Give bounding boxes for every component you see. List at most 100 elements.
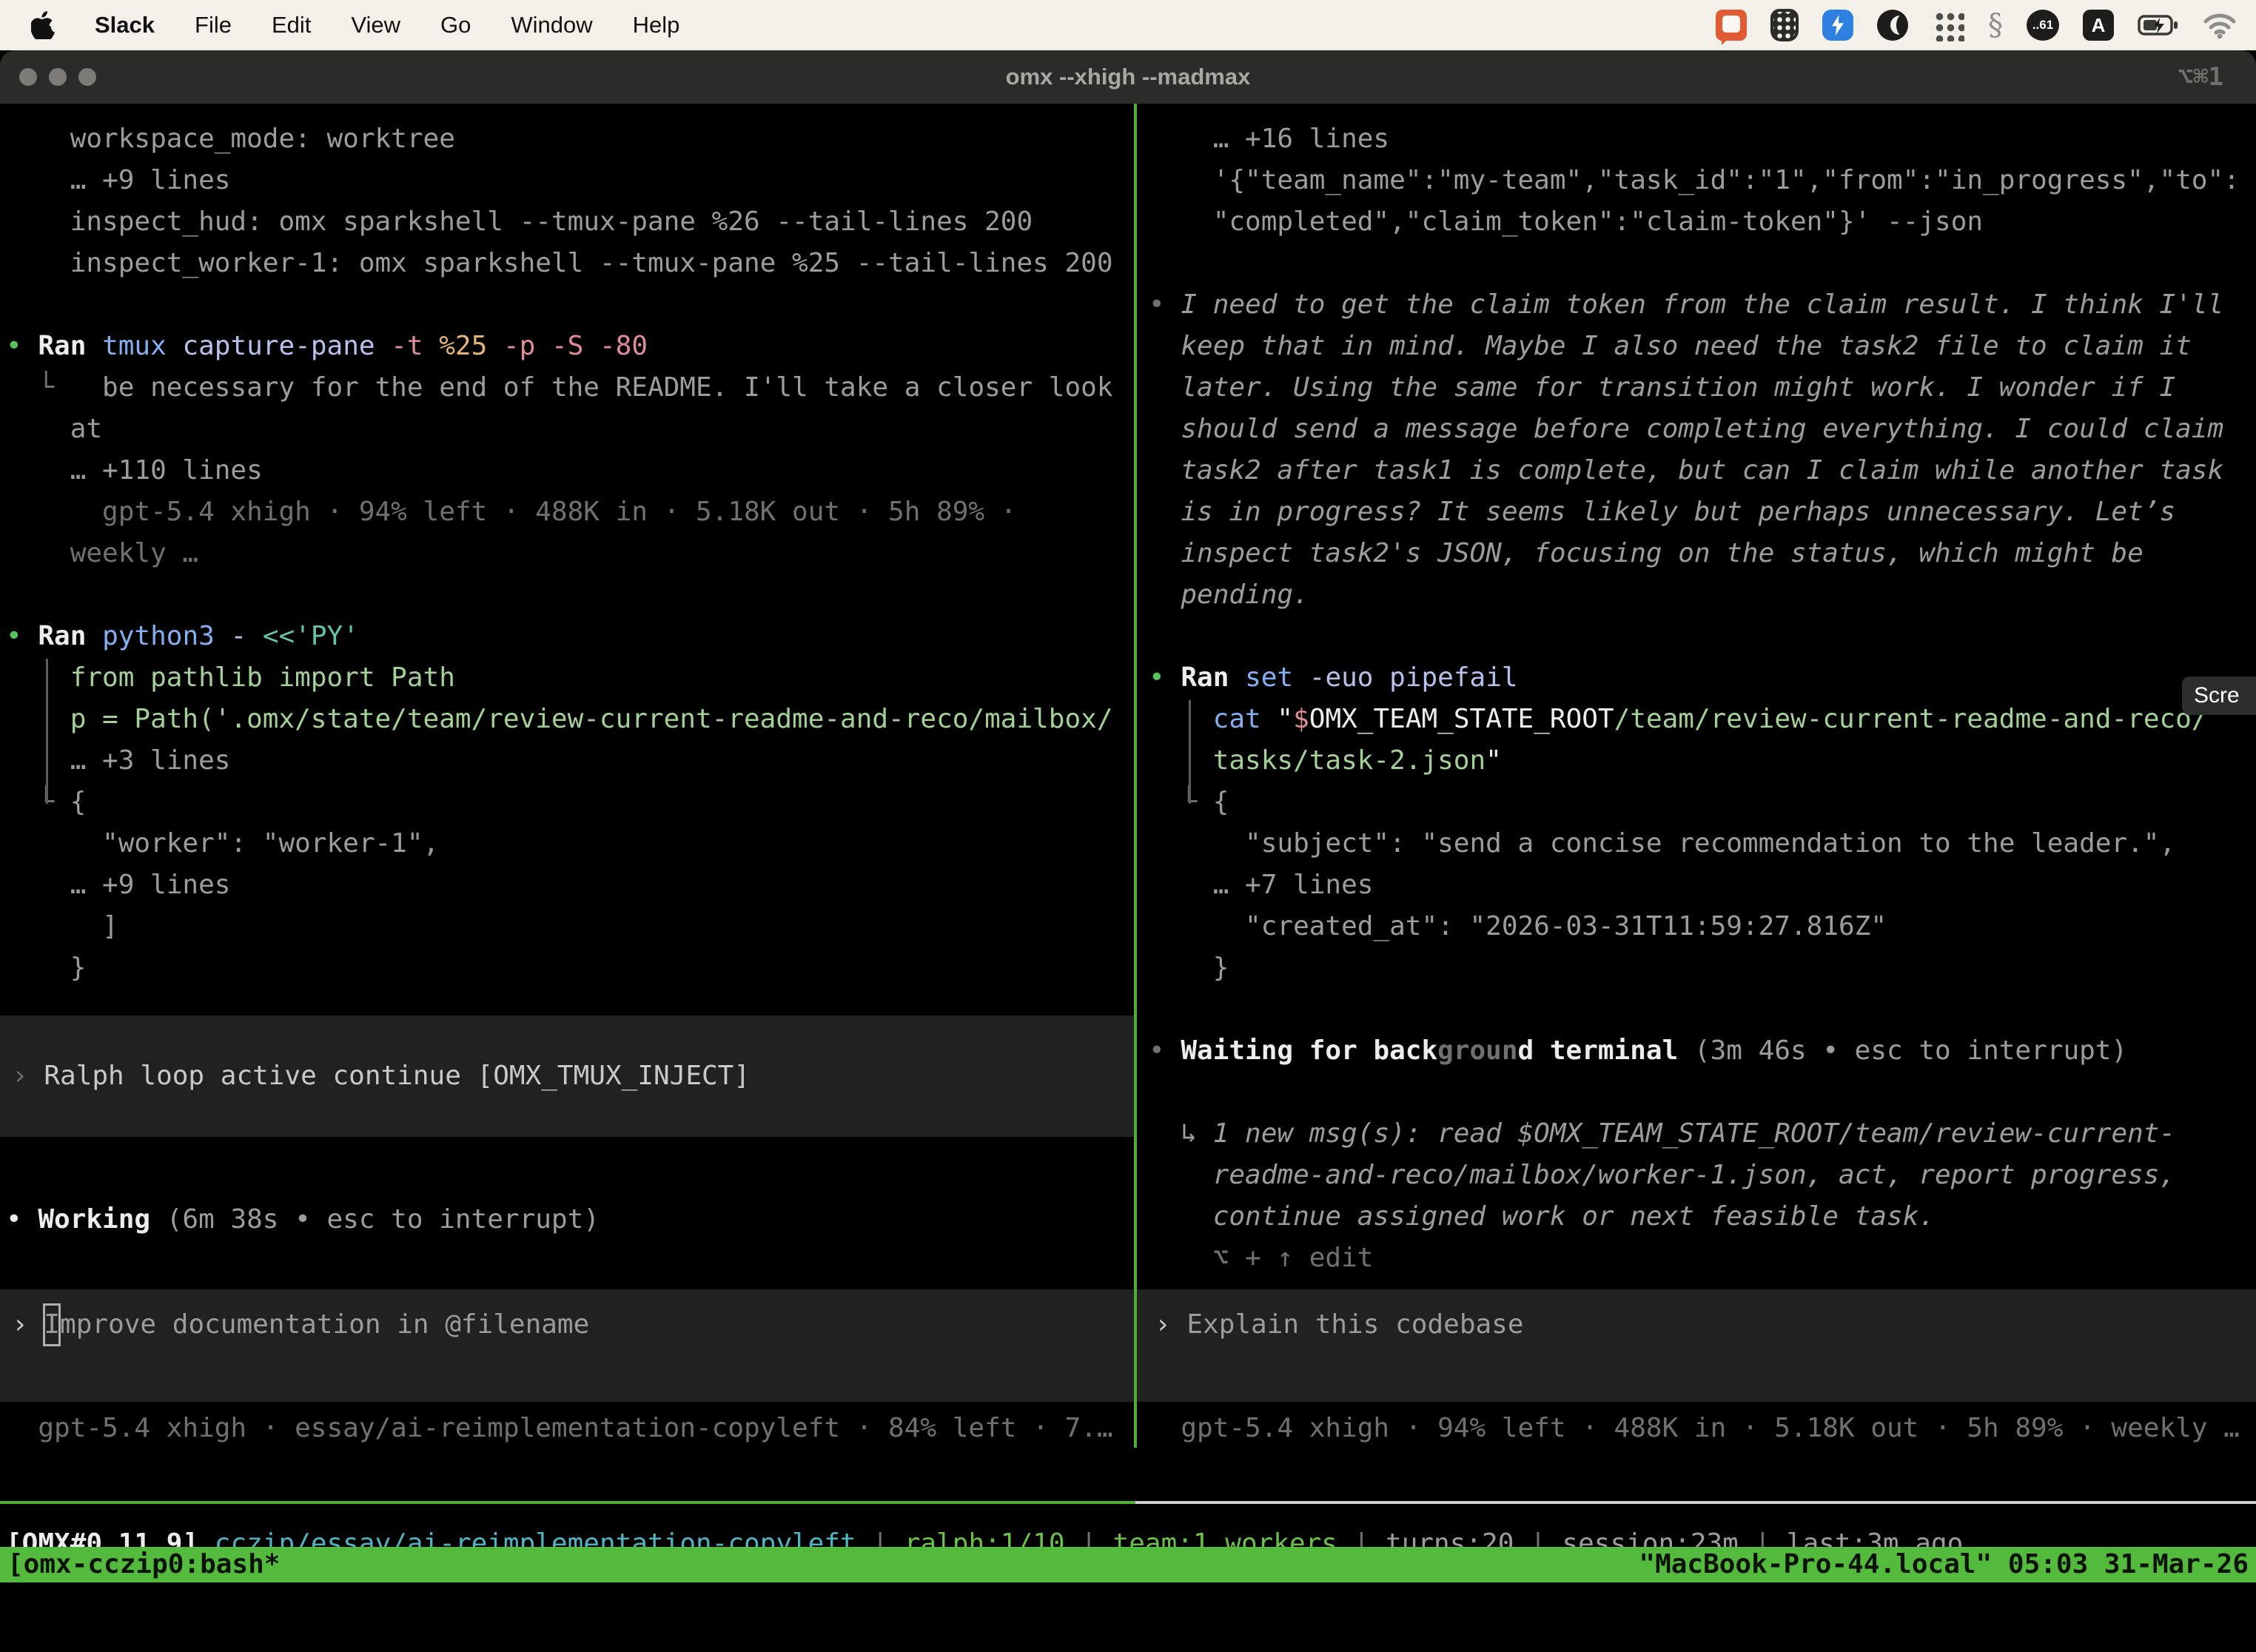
tmux-panes: workspace_mode: worktree … +9 lines insp… xyxy=(0,104,2256,1448)
text-segment: p = Path('.omx/state/team/review-current… xyxy=(6,704,1113,734)
menu-bar: Slack File Edit View Go Window Help § ..61 A xyxy=(0,0,2256,50)
text-segment: "completed","claim_token":"claim-token"}… xyxy=(1149,206,1983,237)
keypad-shield-icon[interactable] xyxy=(1770,9,1799,41)
model-status-line: gpt-5.4 xhigh · essay/ai-reimplementatio… xyxy=(6,1408,1134,1448)
text-segment: later. Using the same for transition mig… xyxy=(1149,372,2175,403)
text-segment: mprove documentation in @filename xyxy=(60,1304,589,1346)
crescent-circle-icon[interactable] xyxy=(1877,10,1908,41)
window-title-bar[interactable]: omx --xhigh --madmax ⌥⌘1 xyxy=(0,50,2256,104)
text-segment: keep that in mind. Maybe I also need the… xyxy=(1149,331,2192,361)
zap-diamond-icon[interactable] xyxy=(1822,10,1853,41)
tool-output-connector xyxy=(46,659,48,804)
text-segment: python3 xyxy=(102,621,215,651)
terminal-line: tasks/task-2.json" xyxy=(1149,740,2256,782)
text-segment: Ran xyxy=(1181,662,1229,693)
badge-61-icon[interactable]: ..61 xyxy=(2027,10,2059,41)
working-status: • Working (6m 38s • esc to interrupt) xyxy=(6,1199,1134,1240)
ran-tmux-command: • Ran tmux capture-pane -t %25 -p -S -80 xyxy=(6,326,1134,367)
menu-item-window[interactable]: Window xyxy=(511,12,592,38)
text-segment: • xyxy=(1149,662,1181,693)
terminal-line: } xyxy=(6,947,1134,989)
menu-item-help[interactable]: Help xyxy=(633,12,680,38)
menu-item-go[interactable]: Go xyxy=(440,12,471,38)
text-segment: is in progress? It seems likely but perh… xyxy=(1149,497,2175,527)
text-segment: { xyxy=(1213,787,1229,817)
menu-item-file[interactable]: File xyxy=(195,12,232,38)
terminal-line xyxy=(6,284,1134,326)
text-segment: } xyxy=(6,953,86,983)
text-segment: tmux xyxy=(102,331,167,361)
text-segment: inspect task2's JSON, focusing on the st… xyxy=(1149,538,2143,568)
right-terminal-pane[interactable]: … +16 lines '{"team_name":"my-team","tas… xyxy=(1137,104,2256,1448)
window-shortcut-badge: ⌥⌘1 xyxy=(2178,62,2223,92)
terminal-line: keep that in mind. Maybe I also need the… xyxy=(1149,326,2256,367)
text-segment: inspect_hud: omx sparkshell --tmux-pane … xyxy=(6,206,1033,237)
terminal-line: └ { xyxy=(1149,782,2256,823)
text-segment: └ xyxy=(6,372,54,403)
left-terminal-pane[interactable]: workspace_mode: worktree … +9 lines insp… xyxy=(0,104,1134,1448)
text-segment: • xyxy=(1149,1035,1181,1066)
text-segment: ⌥ + ↑ edit xyxy=(1149,1243,1373,1273)
text-segment: 1 new msg(s): read $OMX_TEAM_STATE_ROOT/… xyxy=(1213,1118,2175,1149)
menu-item-view[interactable]: View xyxy=(351,12,400,38)
text-segment: … +7 lines xyxy=(1149,870,1373,900)
battery-icon[interactable] xyxy=(2138,10,2179,40)
squiggle-icon[interactable]: § xyxy=(1988,8,2003,42)
text-segment: "subject": "send a concise recommendatio… xyxy=(1149,828,2175,859)
text-segment xyxy=(1229,662,1245,693)
ran-set-command: • Ran set -euo pipefail xyxy=(1149,657,2256,699)
menu-item-edit[interactable]: Edit xyxy=(272,12,311,38)
tmux-session-label[interactable]: [omx-cczip0:bash* xyxy=(7,1547,280,1582)
terminal-line: "created_at": "2026-03-31T11:59:27.816Z" xyxy=(1149,906,2256,947)
terminal-line: continue assigned work or next feasible … xyxy=(1149,1196,2256,1238)
terminal-line xyxy=(1149,616,2256,657)
terminal-line: cat "$OMX_TEAM_STATE_ROOT/team/review-cu… xyxy=(1149,699,2256,740)
text-segment: gpt-5.4 xhigh · essay/ai-reimplementatio… xyxy=(6,1413,1113,1443)
text-segment: › xyxy=(12,1304,44,1346)
text-segment: at xyxy=(6,414,102,444)
text-segment: … +9 lines xyxy=(6,165,230,195)
text-segment: • xyxy=(6,1204,38,1235)
spacer xyxy=(6,1240,1134,1289)
menu-left: Slack File Edit View Go Window Help xyxy=(0,11,679,39)
text-segment: … +16 lines xyxy=(1149,124,1389,154)
text-segment: "created_at": "2026-03-31T11:59:27.816Z" xyxy=(1149,911,1887,941)
screen: Slack File Edit View Go Window Help § ..61 A om… xyxy=(0,0,2256,1652)
terminal-line: is in progress? It seems likely but perh… xyxy=(1149,491,2256,533)
window-title: omx --xhigh --madmax xyxy=(0,64,2256,90)
terminal-line: … +7 lines xyxy=(1149,864,2256,906)
terminal-line: … +9 lines xyxy=(6,160,1134,201)
terminal-line xyxy=(1149,989,2256,1030)
dot-grid-icon[interactable] xyxy=(1932,9,1964,41)
text-segment: └ xyxy=(6,787,70,817)
letter-a-icon[interactable]: A xyxy=(2083,10,2114,41)
text-segment: (3m 46s • esc to interrupt) xyxy=(1678,1035,2127,1066)
text-segment: -p -S -80 xyxy=(487,331,648,361)
prompt-input[interactable]: › Explain this codebase xyxy=(1137,1289,2256,1402)
terminal-line: '{"team_name":"my-team","task_id":"1","f… xyxy=(1149,160,2256,201)
text-segment: should send a message before completing … xyxy=(1149,414,2223,444)
text-segment: d terminal xyxy=(1518,1035,1679,1066)
terminal-window: omx --xhigh --madmax ⌥⌘1 workspace_mode:… xyxy=(0,50,2256,1652)
text-segment: (6m 38s • esc to interrupt) xyxy=(150,1204,600,1235)
text-segment xyxy=(86,331,102,361)
text-segment: readme-and-reco/mailbox/worker-1.json, a… xyxy=(1149,1160,2175,1190)
terminal-line: readme-and-reco/mailbox/worker-1.json, a… xyxy=(1149,1155,2256,1196)
text-segment: set xyxy=(1245,662,1293,693)
spacer xyxy=(6,989,1134,1015)
text-segment: " xyxy=(1485,745,1502,776)
apple-menu-icon[interactable] xyxy=(31,11,55,39)
terminal-line: … +16 lines xyxy=(1149,118,2256,160)
wifi-icon[interactable] xyxy=(2203,11,2237,39)
menu-app-name[interactable]: Slack xyxy=(95,12,155,38)
text-segment: "worker": "worker-1", xyxy=(6,828,439,859)
terminal-line: task2 after task1 is complete, but can I… xyxy=(1149,450,2256,491)
terminal-line: p = Path('.omx/state/team/review-current… xyxy=(6,699,1134,740)
text-segment: Working xyxy=(38,1204,150,1235)
text-segment: › xyxy=(12,1055,44,1097)
apple-logo-icon xyxy=(31,11,55,39)
chat-app-icon[interactable] xyxy=(1716,10,1747,41)
tmux-host-clock-label: "MacBook-Pro-44.local" 05:03 31-Mar-26 xyxy=(1639,1547,2249,1582)
text-segment: pending. xyxy=(1149,580,1309,610)
prompt-input[interactable]: › Improve documentation in @filename xyxy=(0,1289,1134,1402)
